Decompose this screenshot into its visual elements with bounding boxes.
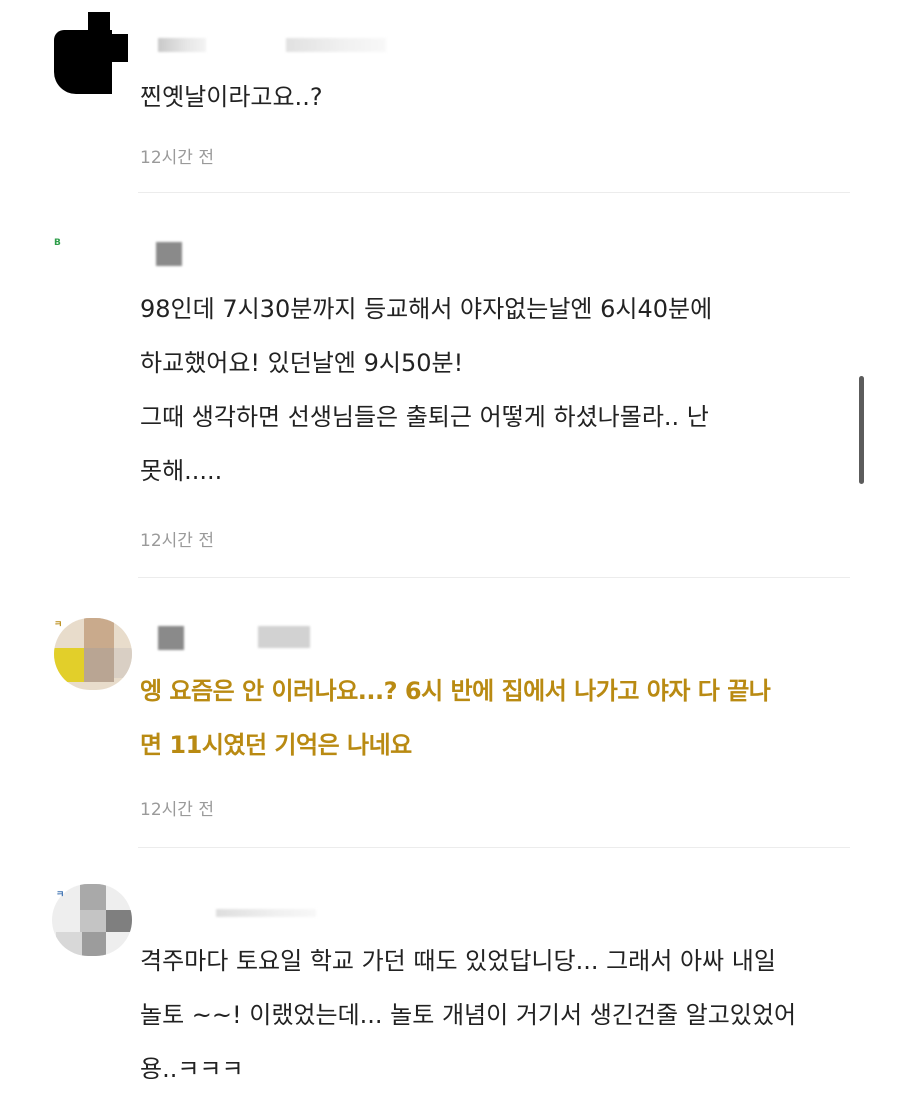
comment-time: 12시간 전 bbox=[140, 531, 214, 551]
author-name-blurred bbox=[216, 909, 316, 917]
comment-text-line: 용..ㅋㅋㅋ bbox=[140, 1055, 244, 1083]
author-meta-blurred bbox=[286, 38, 386, 52]
comment-text-line: 엥 요즘은 안 이러나요...? 6시 반에 집에서 나가고 야자 다 끝나 bbox=[140, 677, 771, 705]
avatar[interactable] bbox=[54, 618, 132, 690]
comment-text: 엥 요즘은 안 이러나요...? 6시 반에 집에서 나가고 야자 다 끝나 면… bbox=[140, 664, 850, 772]
level-badge-icon: ㅋ bbox=[56, 890, 65, 900]
divider bbox=[138, 847, 850, 848]
comment-text-line: 그때 생각하면 선생님들은 출퇴근 어떻게 하셨나몰라.. 난 bbox=[140, 403, 709, 431]
comment-text-line: 격주마다 토요일 학교 가던 때도 있었답니당... 그래서 아싸 내일 bbox=[140, 947, 776, 975]
comment-text: 격주마다 토요일 학교 가던 때도 있었답니당... 그래서 아싸 내일 놀토 … bbox=[140, 934, 850, 1096]
divider bbox=[138, 192, 850, 193]
level-badge-icon: B bbox=[54, 238, 61, 248]
author-meta-blurred bbox=[258, 626, 310, 648]
comment-text-line: 하교했어요! 있던날엔 9시50분! bbox=[140, 349, 464, 377]
avatar[interactable] bbox=[52, 12, 134, 94]
comment-text: 98인데 7시30분까지 등교해서 야자없는날엔 6시40분에 하교했어요! 있… bbox=[140, 282, 850, 498]
author-name-blurred bbox=[156, 242, 182, 266]
comment-text-line: 98인데 7시30분까지 등교해서 야자없는날엔 6시40분에 bbox=[140, 295, 713, 323]
comment-text-line: 찐옛날이라고요..? bbox=[140, 83, 323, 111]
divider bbox=[138, 577, 850, 578]
comment-text-line: 면 11시였던 기억은 나네요 bbox=[140, 731, 412, 759]
author-name-blurred bbox=[158, 626, 184, 650]
comment-text-line: 못해..... bbox=[140, 457, 223, 485]
comment-text: 찐옛날이라고요..? bbox=[140, 70, 850, 124]
author-name-blurred bbox=[158, 38, 206, 52]
scrollbar-thumb[interactable] bbox=[859, 376, 864, 484]
level-badge-icon: ㅋ bbox=[54, 620, 63, 630]
comment-text-line: 놀토 ~~! 이랬었는데... 놀토 개념이 거기서 생긴건줄 알고있었어 bbox=[140, 1001, 797, 1029]
comment-time: 12시간 전 bbox=[140, 800, 214, 820]
comment-time: 12시간 전 bbox=[140, 148, 214, 168]
